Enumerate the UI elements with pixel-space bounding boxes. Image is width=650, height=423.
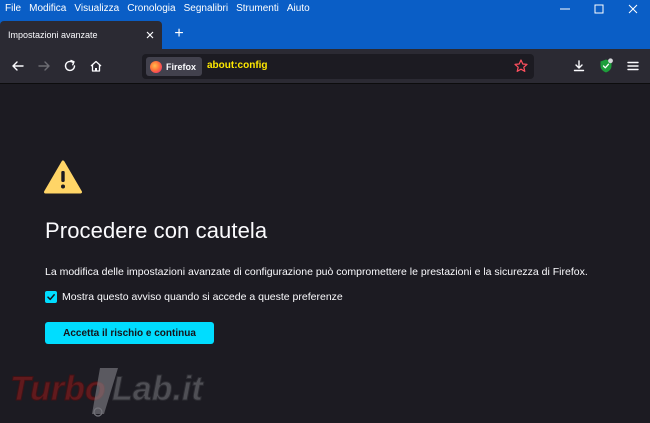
shield-icon bbox=[600, 58, 613, 73]
warning-description: La modifica delle impostazioni avanzate … bbox=[45, 266, 588, 278]
home-icon bbox=[90, 60, 102, 72]
navigation-toolbar: Firefox about:config bbox=[0, 49, 650, 84]
downloads-button[interactable] bbox=[569, 56, 589, 76]
menu-visualizza[interactable]: Visualizza bbox=[70, 0, 123, 18]
maximize-button[interactable] bbox=[582, 0, 616, 18]
arrow-right-icon bbox=[38, 61, 50, 71]
menu-aiuto[interactable]: Aiuto bbox=[283, 0, 314, 18]
tab-strip: Impostazioni avanzate + bbox=[0, 18, 650, 49]
reload-button[interactable] bbox=[60, 56, 80, 76]
url-text[interactable]: about:config bbox=[207, 60, 268, 71]
close-icon bbox=[628, 4, 638, 14]
window-controls bbox=[548, 0, 650, 18]
close-window-button[interactable] bbox=[616, 0, 650, 18]
checkmark-icon bbox=[47, 294, 55, 301]
minimize-button[interactable] bbox=[548, 0, 582, 18]
close-icon bbox=[146, 31, 154, 39]
menu-segnalibri[interactable]: Segnalibri bbox=[180, 0, 232, 18]
arrow-left-icon bbox=[12, 61, 24, 71]
svg-text:Lab.it: Lab.it bbox=[112, 370, 204, 408]
identity-label: Firefox bbox=[166, 61, 197, 72]
back-button[interactable] bbox=[8, 56, 28, 76]
menu-bar: File Modifica Visualizza Cronologia Segn… bbox=[0, 0, 650, 18]
maximize-icon bbox=[594, 4, 604, 14]
bookmark-star-button[interactable] bbox=[513, 58, 529, 74]
turbolab-watermark-logo: Turbo Lab.it bbox=[10, 368, 205, 417]
tab-title: Impostazioni avanzate bbox=[8, 30, 98, 40]
identity-box[interactable]: Firefox bbox=[146, 57, 203, 76]
menu-cronologia[interactable]: Cronologia bbox=[123, 0, 179, 18]
menu-strumenti[interactable]: Strumenti bbox=[232, 0, 283, 18]
hamburger-menu-icon bbox=[627, 61, 639, 71]
warning-icon bbox=[44, 160, 82, 194]
accept-risk-button[interactable]: Accetta il rischio e continua bbox=[45, 322, 214, 344]
tab-impostazioni-avanzate[interactable]: Impostazioni avanzate bbox=[0, 21, 162, 49]
menu-modifica[interactable]: Modifica bbox=[25, 0, 70, 18]
star-icon bbox=[514, 59, 528, 72]
menu-file[interactable]: File bbox=[0, 0, 25, 18]
show-warning-checkbox[interactable] bbox=[45, 291, 57, 303]
show-warning-label[interactable]: Mostra questo avviso quando si accede a … bbox=[62, 291, 343, 303]
app-menu-button[interactable] bbox=[623, 56, 643, 76]
tab-close-button[interactable] bbox=[142, 27, 158, 43]
home-button[interactable] bbox=[86, 56, 106, 76]
url-bar[interactable]: Firefox about:config bbox=[142, 54, 534, 79]
minimize-icon bbox=[560, 8, 570, 10]
download-icon bbox=[573, 60, 585, 72]
forward-button[interactable] bbox=[34, 56, 54, 76]
svg-text:Turbo: Turbo bbox=[10, 370, 106, 408]
extension-button[interactable] bbox=[596, 56, 616, 76]
new-tab-button[interactable]: + bbox=[170, 24, 188, 44]
firefox-logo-icon bbox=[150, 60, 162, 73]
page-title: Procedere con cautela bbox=[45, 218, 268, 243]
page-content: Procedere con cautela La modifica delle … bbox=[0, 85, 650, 423]
reload-icon bbox=[64, 59, 76, 72]
show-warning-option[interactable]: Mostra questo avviso quando si accede a … bbox=[45, 291, 343, 303]
